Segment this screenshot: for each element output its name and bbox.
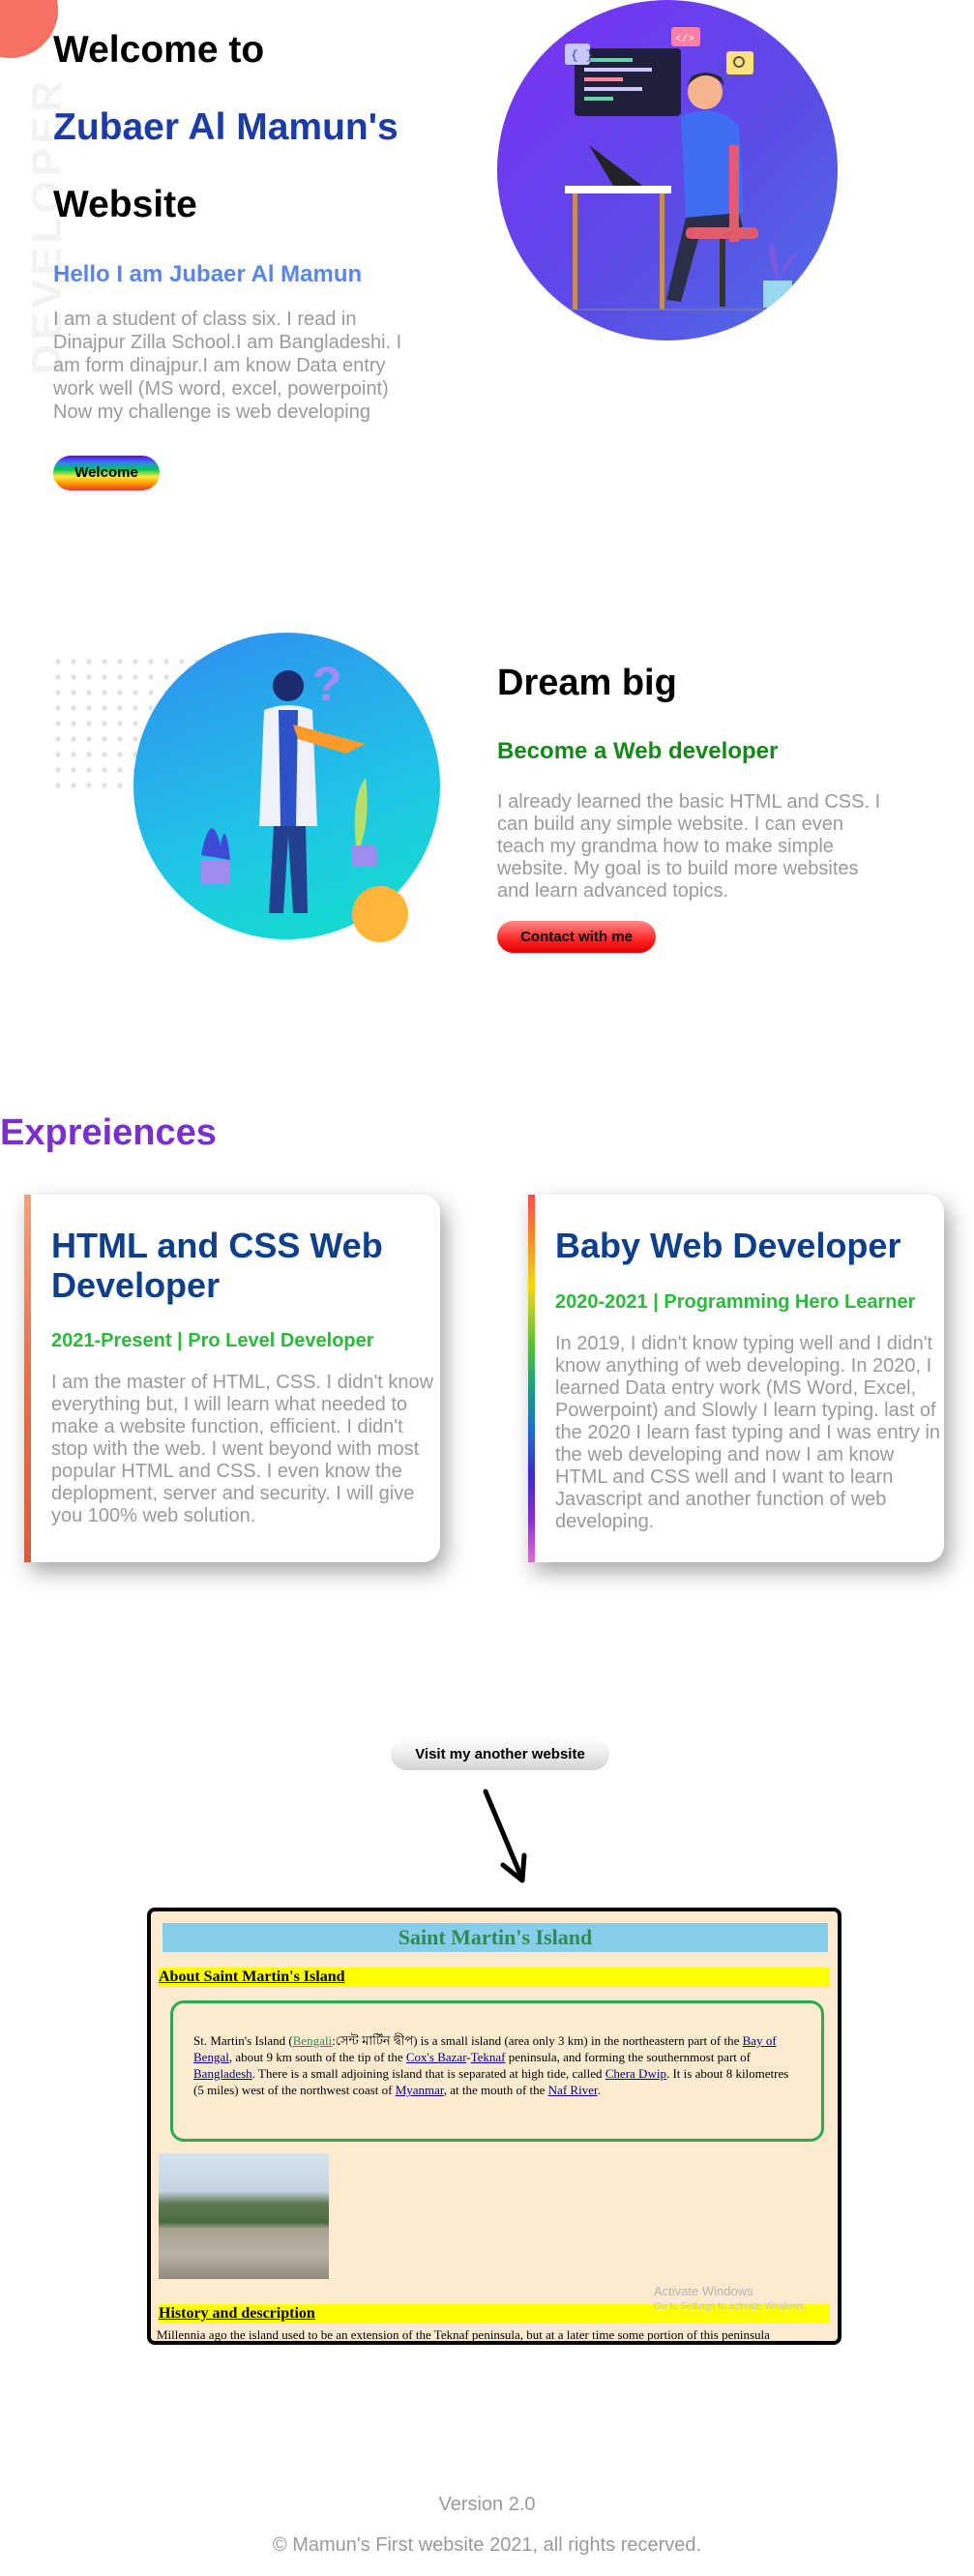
website-preview[interactable]: Saint Martin's Island About Saint Martin… <box>147 1908 841 2345</box>
svg-text:{ }: { } <box>571 48 593 63</box>
link-myanmar[interactable]: Myanmar <box>396 2083 444 2097</box>
svg-text:</>: </> <box>675 34 694 45</box>
island-photo <box>159 2153 329 2279</box>
link-naf-river[interactable]: Naf River <box>548 2083 598 2097</box>
arrow-down-icon <box>483 1789 527 1883</box>
welcome-button[interactable]: Welcome <box>53 456 160 490</box>
link-chera-dwip[interactable]: Chera Dwip <box>605 2066 666 2081</box>
corner-decoration <box>0 0 58 58</box>
activate-windows-watermark: Activate Windows <box>654 2284 753 2298</box>
link-teknaf[interactable]: Teknaf <box>471 2050 506 2064</box>
preview-section-heading: About Saint Martin's Island <box>159 1968 830 1987</box>
card-text: In 2019, I didn't know typing well and I… <box>555 1333 941 1532</box>
card-text: I am the master of HTML, CSS. I didn't k… <box>51 1372 434 1526</box>
experience-card: HTML and CSS Web Developer 2021-Present … <box>24 1195 440 1562</box>
link-coxs-bazar[interactable]: Cox's Bazar <box>406 2050 466 2064</box>
dream-subtitle: Become a Web developer <box>497 738 779 764</box>
experience-card: Baby Web Developer 2020-2021 | Programmi… <box>528 1195 944 1562</box>
hero-title-line2: Zubaer Al Mamun's <box>53 106 398 148</box>
hero-hello: Hello I am Jubaer Al Mamun <box>53 261 363 287</box>
developer-illustration: { } </> <box>497 0 838 341</box>
dream-text: I already learned the basic HTML and CSS… <box>497 791 881 902</box>
hero-title-line1: Welcome to <box>53 29 265 71</box>
contact-button[interactable]: Contact with me <box>497 921 656 953</box>
card-subtitle: 2020-2021 | Programming Hero Learner <box>555 1291 916 1313</box>
preview-title: Saint Martin's Island <box>162 1923 828 1952</box>
link-bangladesh[interactable]: Bangladesh <box>193 2066 252 2081</box>
experiences-heading: Expreiences <box>0 1112 217 1153</box>
dream-title: Dream big <box>497 663 677 703</box>
search-icon <box>726 51 753 74</box>
visit-website-button[interactable]: Visit my another website <box>391 1738 609 1770</box>
svg-text:?: ? <box>312 657 342 711</box>
preview-paragraph: St. Martin's Island (Bengali:সেন্ট মার্ট… <box>193 2033 789 2097</box>
link-bengali[interactable]: Bengali <box>293 2033 332 2048</box>
footer-copyright: © Mamun's First website 2021, all rights… <box>272 2534 702 2556</box>
card-subtitle: 2021-Present | Pro Level Developer <box>51 1330 374 1351</box>
desk-developer-icon: { } </> <box>517 27 816 311</box>
card-title: Baby Web Developer <box>555 1226 901 1265</box>
orange-dot-decoration <box>352 886 408 942</box>
card-accent-bar <box>528 1195 535 1562</box>
footer-version: Version 2.0 <box>438 2494 536 2515</box>
card-title: HTML and CSS Web Developer <box>51 1226 383 1305</box>
hero-title-line3: Website <box>53 184 197 225</box>
hero-intro-text: I am a student of class six. I read in D… <box>53 309 402 423</box>
activate-windows-hint: Go to Settings to activate Windows. <box>654 2301 807 2312</box>
preview-cut-text: Millennia ago the island used to be an e… <box>157 2327 770 2342</box>
card-accent-bar <box>24 1195 31 1562</box>
